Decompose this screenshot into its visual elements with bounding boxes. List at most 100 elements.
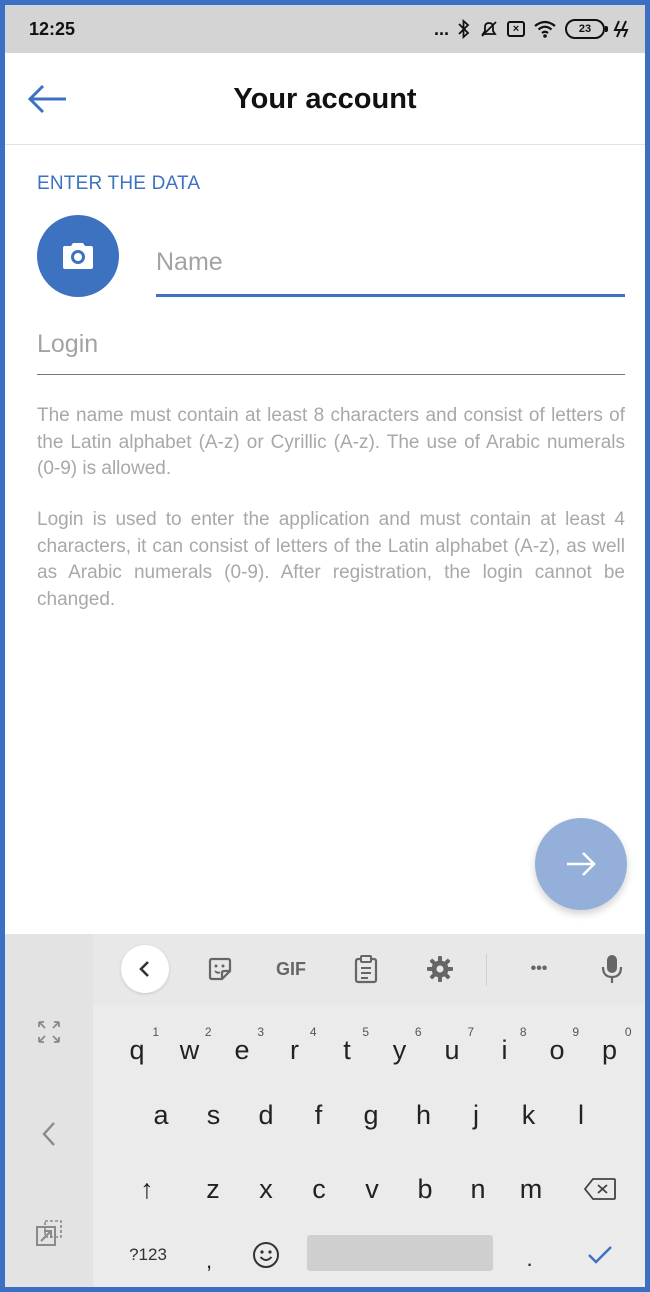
key-number-hint: 1	[152, 1025, 159, 1039]
silent-mode-icon	[479, 19, 499, 39]
soft-keyboard: GIF ••• ↑ ?123 , . q 1 w 2 e 3 r 4 t 5 y…	[5, 934, 645, 1287]
page-title: Your account	[233, 83, 417, 115]
key-label: o	[549, 1034, 565, 1065]
status-bar: 12:25 ... × 23	[5, 5, 645, 53]
status-icons: ... × 23	[434, 19, 629, 40]
checkmark-icon	[588, 1246, 612, 1264]
chevron-left-icon	[42, 1122, 55, 1146]
key-r[interactable]: r4	[271, 1019, 319, 1081]
key-e[interactable]: e3	[218, 1019, 266, 1081]
key-label: p	[601, 1034, 618, 1065]
key-x[interactable]: x	[242, 1158, 290, 1220]
key-p[interactable]: p0	[586, 1019, 634, 1081]
key-number-hint: 5	[362, 1025, 369, 1039]
comma-key[interactable]: ,	[191, 1230, 227, 1287]
key-h[interactable]: h	[400, 1084, 448, 1146]
emoji-key[interactable]	[239, 1224, 293, 1286]
next-button[interactable]	[535, 818, 627, 910]
emoji-icon	[253, 1242, 279, 1268]
section-label: ENTER THE DATA	[37, 173, 201, 194]
key-f[interactable]: f	[295, 1084, 343, 1146]
key-s[interactable]: s	[190, 1084, 238, 1146]
key-label: u	[444, 1034, 460, 1065]
keyboard-toolbar: GIF •••	[93, 934, 645, 1004]
key-y[interactable]: y6	[376, 1019, 424, 1081]
key-number-hint: 2	[204, 1025, 212, 1039]
name-field[interactable]	[156, 231, 625, 297]
key-j[interactable]: j	[452, 1084, 500, 1146]
key-i[interactable]: i8	[481, 1019, 529, 1081]
sticker-button[interactable]	[195, 944, 245, 994]
key-label: t	[343, 1034, 351, 1065]
key-v[interactable]: v	[348, 1158, 396, 1220]
name-hint: The name must contain at least 8 charact…	[37, 405, 625, 479]
no-sim-icon: ×	[507, 21, 525, 37]
bluetooth-icon	[457, 19, 471, 39]
key-c[interactable]: c	[295, 1158, 343, 1220]
period-key[interactable]: .	[512, 1228, 548, 1287]
key-label: i	[501, 1034, 508, 1065]
wifi-icon	[533, 19, 557, 39]
key-b[interactable]: b	[401, 1158, 449, 1220]
key-a[interactable]: a	[137, 1084, 185, 1146]
login-input[interactable]	[37, 315, 625, 374]
shift-key[interactable]: ↑	[120, 1158, 174, 1220]
key-k[interactable]: k	[505, 1084, 553, 1146]
key-t[interactable]: t5	[323, 1019, 371, 1081]
key-number-hint: 0	[624, 1025, 632, 1039]
key-n[interactable]: n	[454, 1158, 502, 1220]
key-label: e	[234, 1034, 250, 1065]
login-hint: Login is used to enter the application a…	[37, 509, 625, 610]
key-d[interactable]: d	[242, 1084, 290, 1146]
gif-button[interactable]: GIF	[263, 944, 319, 994]
resize-keyboard-button[interactable]	[5, 1002, 93, 1062]
battery-icon: 23	[565, 19, 608, 39]
arrow-right-icon	[567, 852, 596, 876]
key-w[interactable]: w2	[166, 1019, 214, 1081]
keyboard-move-left-button[interactable]	[5, 1104, 93, 1164]
key-number-hint: 7	[467, 1025, 474, 1039]
name-input[interactable]	[156, 231, 625, 294]
clipboard-icon	[354, 955, 378, 984]
key-label: r	[290, 1034, 299, 1065]
clipboard-button[interactable]	[341, 944, 391, 994]
microphone-icon	[601, 955, 623, 983]
symbols-key[interactable]: ?123	[115, 1224, 181, 1286]
backspace-key[interactable]	[573, 1158, 627, 1220]
key-u[interactable]: u7	[428, 1019, 476, 1081]
more-notifications-icon: ...	[433, 18, 449, 39]
sticker-icon	[208, 957, 232, 981]
charging-icon	[613, 19, 629, 39]
key-label: w	[179, 1034, 200, 1065]
settings-button[interactable]	[415, 944, 465, 994]
key-m[interactable]: m	[507, 1158, 555, 1220]
key-number-hint: 9	[572, 1025, 579, 1039]
key-label: y	[392, 1034, 407, 1065]
undock-icon	[36, 1220, 62, 1246]
floating-keyboard-button[interactable]	[5, 1204, 93, 1264]
resize-icon	[38, 1021, 60, 1043]
app-bar: Your account	[5, 53, 645, 145]
app-screen: 12:25 ... × 23 Your account ENTER THE DA…	[5, 5, 645, 1287]
key-number-hint: 8	[519, 1025, 527, 1039]
key-o[interactable]: o9	[533, 1019, 581, 1081]
toolbar-divider	[486, 954, 487, 986]
camera-icon	[63, 243, 93, 269]
key-label: q	[129, 1034, 145, 1065]
key-l[interactable]: l	[557, 1084, 605, 1146]
more-button[interactable]: •••	[511, 944, 567, 994]
status-time: 12:25	[29, 18, 76, 39]
backspace-icon	[583, 1178, 616, 1200]
login-field[interactable]	[37, 315, 625, 375]
enter-key[interactable]	[573, 1224, 627, 1286]
add-photo-button[interactable]	[37, 215, 119, 297]
key-z[interactable]: z	[189, 1158, 237, 1220]
space-key[interactable]	[307, 1235, 493, 1271]
chevron-left-icon	[139, 961, 149, 977]
key-q[interactable]: q1	[113, 1019, 161, 1081]
key-number-hint: 3	[257, 1025, 264, 1039]
voice-input-button[interactable]	[587, 944, 637, 994]
toolbar-collapse-button[interactable]	[121, 945, 169, 993]
key-g[interactable]: g	[347, 1084, 395, 1146]
keyboard-side-panel	[5, 934, 93, 1287]
